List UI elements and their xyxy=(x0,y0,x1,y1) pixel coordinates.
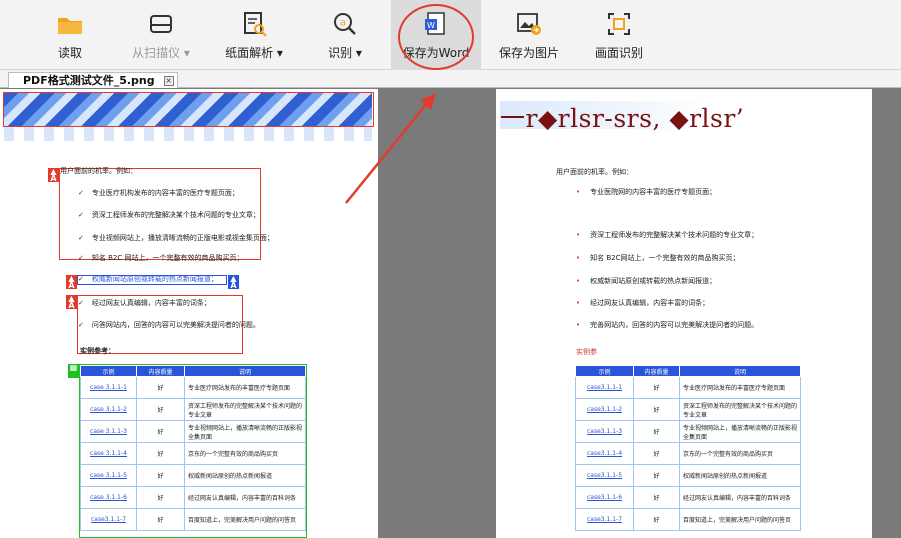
annotation-arrow-icon xyxy=(345,93,436,204)
app-window: 读取 从扫描仪 ▾ 纸面解析 ▾ a 识别 ▾ W 保存为Word 保存为图片 … xyxy=(0,0,901,538)
